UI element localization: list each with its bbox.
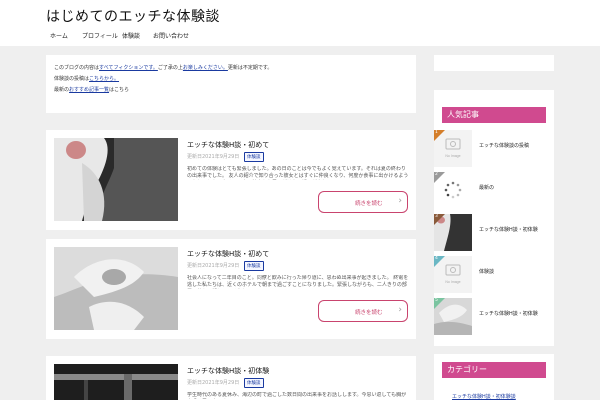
rank-number: 4 (435, 256, 438, 261)
ranking-title[interactable]: エッチな体験H談・初体験 (479, 310, 538, 317)
notice-text: このブログの内容は (54, 65, 100, 71)
ranking-title[interactable]: 最新の (479, 184, 494, 191)
nav-profile[interactable]: プロフィール (82, 31, 118, 40)
global-nav: ホーム プロフィール 体験談 お問い合わせ (0, 26, 600, 46)
post-thumbnail[interactable] (54, 364, 178, 400)
read-more-label: 続きを読む (355, 310, 383, 316)
post-date: 更新日2021年9月29日 (187, 263, 240, 269)
post-thumbnail[interactable] (54, 247, 178, 330)
notice-box: このブログの内容はすべてフィクションです。ご了承の上お楽しみください。更新は不定… (46, 55, 416, 113)
notice-link-recommended[interactable]: おすすめ記事一覧 (69, 87, 109, 93)
no-image-text: No Image (445, 154, 460, 158)
widget-title: カテゴリー (442, 362, 546, 378)
notice-text: 最新の (54, 87, 70, 93)
post-title[interactable]: エッチな体験H談・初めて (187, 140, 269, 150)
post-excerpt: 初めての体験はとても緊張しました。あの日のことは今でもよく覚えています。それは夏… (187, 166, 409, 179)
ranking-item[interactable]: No Image 1 エッチな体験談の投稿 (434, 130, 554, 170)
notice-link-fiction[interactable]: すべてフィクションです。 (99, 65, 158, 71)
notice-text: ご了承の上 (157, 65, 183, 71)
nav-contact[interactable]: お問い合わせ (153, 31, 189, 40)
post-card: エッチな体験H談・初体験 更新日2021年9月29日 体験談 学生時代のある夏休… (46, 356, 416, 400)
no-image-text: No Image (445, 280, 460, 284)
post-card: エッチな体験H談・初めて 更新日2021年9月29日 体験談 社会人になって二年… (46, 239, 416, 339)
notice-text: 更新は不定期です。 (227, 65, 273, 71)
post-date: 更新日2021年9月29日 (187, 154, 240, 160)
ranking-item[interactable]: 3 エッチな体験H談・初体験 (434, 214, 554, 254)
sidebar-search-box (434, 55, 554, 71)
post-title[interactable]: エッチな体験H談・初体験 (187, 366, 269, 376)
site-title[interactable]: はじめてのエッチな体験談 (46, 6, 220, 26)
post-title[interactable]: エッチな体験H談・初めて (187, 249, 269, 259)
post-excerpt: 学生時代のある夏休み、海辺の町で過ごした数日間の出来事をお話しします。今思い返し… (187, 392, 407, 398)
read-more-label: 続きを読む (355, 201, 383, 207)
post-category-badge[interactable]: 体験談 (244, 378, 264, 388)
ranking-title[interactable]: エッチな体験談の投稿 (479, 142, 529, 149)
notice-line-3: 最新のおすすめ記事一覧はこちら (54, 86, 129, 93)
ranking-item[interactable]: 2 最新の (434, 172, 554, 212)
chevron-right-icon: › (398, 305, 402, 315)
notice-link-submit[interactable]: こちらから。 (89, 76, 119, 82)
category-link[interactable]: エッチな体験H談・初体験談 (452, 393, 516, 400)
rank-number: 2 (435, 172, 438, 177)
ranking-title[interactable]: エッチな体験H談・初体験 (479, 226, 538, 233)
ranking-item[interactable]: 5 エッチな体験H談・初体験 (434, 298, 554, 338)
post-thumbnail[interactable] (54, 138, 178, 221)
widget-title: 人気記事 (442, 107, 546, 123)
post-category-badge[interactable]: 体験談 (244, 261, 264, 271)
notice-text: はこちら (109, 87, 130, 93)
read-more-button[interactable]: 続きを読む › (318, 300, 408, 322)
notice-line-1: このブログの内容はすべてフィクションです。ご了承の上お楽しみください。更新は不定… (54, 64, 272, 71)
nav-home[interactable]: ホーム (50, 31, 68, 40)
ranking-item[interactable]: No Image 4 体験談 (434, 256, 554, 296)
rank-number: 5 (435, 298, 438, 303)
rank-number: 1 (435, 130, 438, 135)
notice-link-enjoy[interactable]: お楽しみください。 (183, 65, 228, 71)
ranking-title[interactable]: 体験談 (479, 268, 494, 275)
chevron-right-icon: › (398, 196, 402, 206)
post-date: 更新日2021年9月29日 (187, 380, 240, 386)
sidebar-ranking-widget: 人気記事 No Image 1 エッチな体験談の投稿 2 最新の 3 エッチな体… (434, 90, 554, 346)
post-excerpt: 社会人になって二年目のこと。同僚と飲みに行った帰り道に、思わぬ出来事が起きました… (187, 275, 409, 288)
notice-text: 体験談の投稿は (54, 76, 90, 82)
post-category-badge[interactable]: 体験談 (244, 152, 264, 162)
read-more-button[interactable]: 続きを読む › (318, 191, 408, 213)
nav-stories[interactable]: 体験談 (122, 31, 140, 40)
rank-number: 3 (435, 214, 438, 219)
notice-line-2: 体験談の投稿はこちらから。 (54, 75, 119, 82)
post-card: エッチな体験H談・初めて 更新日2021年9月29日 体験談 初めての体験はとて… (46, 130, 416, 230)
